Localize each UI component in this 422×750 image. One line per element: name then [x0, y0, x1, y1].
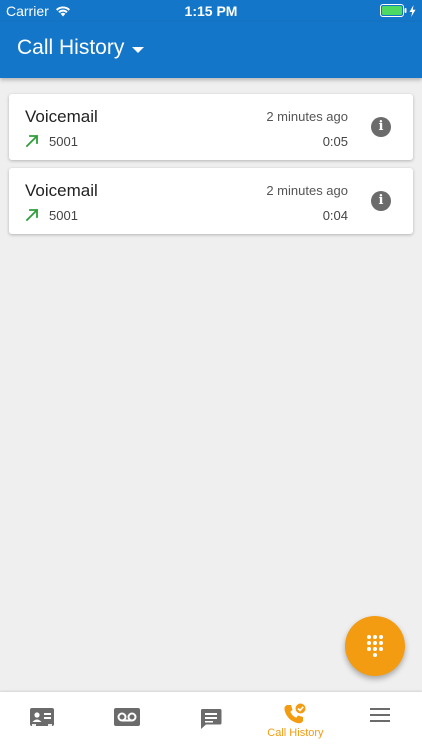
messages-icon: [201, 709, 222, 729]
outgoing-call-icon: [25, 134, 39, 148]
call-history-icon: [284, 703, 306, 724]
app-bar: Call History: [0, 22, 422, 78]
info-icon[interactable]: i: [371, 191, 391, 211]
tab-menu[interactable]: [338, 692, 422, 750]
call-time: 2 minutes ago: [266, 109, 348, 124]
status-time: 1:15 PM: [184, 3, 238, 19]
call-duration: 0:05: [322, 134, 348, 149]
tab-voicemail[interactable]: [84, 692, 168, 750]
call-entry[interactable]: Voicemail 2 minutes ago 5001 0:04 i: [9, 168, 413, 234]
dialpad-button[interactable]: [345, 616, 405, 676]
info-icon[interactable]: i: [371, 117, 391, 137]
battery-indicator: [380, 4, 416, 17]
caller-name: Voicemail: [25, 181, 98, 200]
menu-icon: [369, 708, 390, 722]
voicemail-icon: [113, 708, 140, 726]
call-time: 2 minutes ago: [266, 183, 348, 198]
battery-icon: [380, 4, 407, 17]
page-title: Call History: [17, 36, 125, 59]
call-duration: 0:04: [322, 208, 348, 223]
tab-contacts[interactable]: [0, 692, 84, 750]
call-number: 5001: [49, 208, 78, 223]
contacts-icon: [30, 708, 55, 726]
page-title-dropdown[interactable]: Call History: [17, 36, 145, 60]
bottom-navigation: Call History: [0, 692, 422, 750]
tab-call-history[interactable]: Call History: [253, 692, 337, 750]
caret-down-icon: [132, 46, 145, 53]
status-bar: Carrier 1:15 PM: [0, 0, 422, 22]
charging-bolt-icon: [409, 4, 416, 17]
call-history-list: Voicemail 2 minutes ago 5001 0:05 i Voic…: [9, 94, 413, 242]
tab-call-history-label: Call History: [267, 727, 324, 739]
tab-messages[interactable]: [169, 692, 253, 750]
outgoing-call-icon: [25, 208, 39, 222]
caller-name: Voicemail: [25, 107, 98, 126]
call-entry[interactable]: Voicemail 2 minutes ago 5001 0:05 i: [9, 94, 413, 160]
dialpad-icon: [367, 635, 383, 657]
call-number: 5001: [49, 134, 78, 149]
